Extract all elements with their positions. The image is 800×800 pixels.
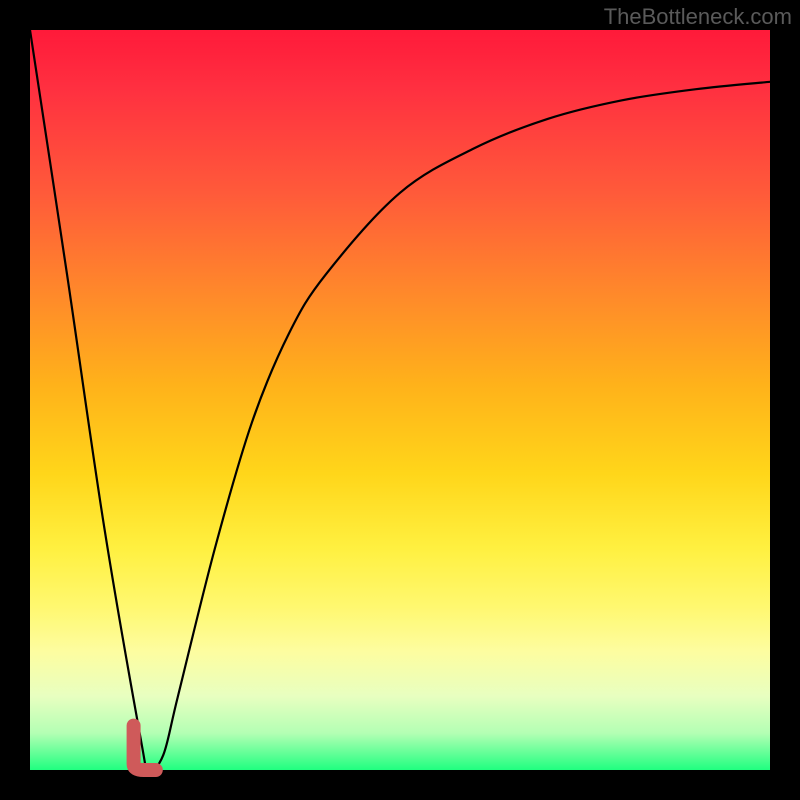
- watermark-text: TheBottleneck.com: [604, 4, 792, 30]
- chart-frame: TheBottleneck.com: [0, 0, 800, 800]
- chart-plot-area: [30, 30, 770, 770]
- bottleneck-curve: [30, 30, 770, 770]
